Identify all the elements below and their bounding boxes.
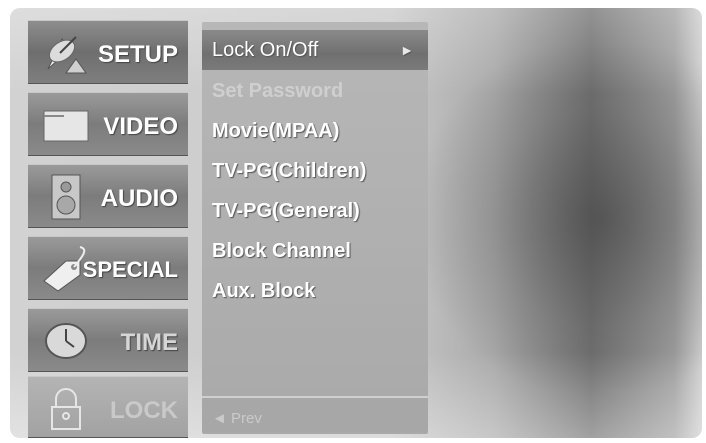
menu-item-tv-pg-children[interactable]: TV-PG(Children): [202, 151, 428, 191]
menu-item-label: Block Channel: [212, 240, 351, 262]
category-label: LOCK: [110, 397, 178, 424]
category-time[interactable]: TIME: [28, 308, 188, 372]
category-setup[interactable]: SETUP: [28, 20, 188, 84]
category-video[interactable]: VIDEO: [28, 92, 188, 156]
category-lock[interactable]: LOCK: [28, 376, 188, 438]
menu-item-label: TV-PG(General): [212, 200, 360, 222]
menu-item-label: Movie(MPAA): [212, 120, 340, 142]
prev-label: ◄ Prev: [212, 410, 262, 427]
menu-item-lock-on-off[interactable]: Lock On/Off ►: [202, 30, 428, 70]
satellite-dish-icon: [47, 36, 87, 74]
right-arrow-icon: ►: [400, 42, 414, 58]
screen-icon: [43, 110, 89, 142]
category-special[interactable]: SPECIAL: [28, 236, 188, 300]
category-label: SPECIAL: [82, 257, 178, 282]
menu-item-tv-pg-general[interactable]: TV-PG(General): [202, 191, 428, 231]
menu-item-label: TV-PG(Children): [212, 160, 367, 182]
menu-item-set-password[interactable]: Set Password: [202, 71, 428, 111]
category-audio[interactable]: AUDIO: [28, 164, 188, 228]
speaker-icon: [51, 174, 81, 220]
menu-item-block-channel[interactable]: Block Channel: [202, 231, 428, 271]
category-label: VIDEO: [103, 113, 178, 140]
menu-item-label: Set Password: [212, 80, 344, 102]
clock-icon: [45, 323, 87, 359]
lock-submenu-panel: Lock On/Off ► Set Password Movie(MPAA) T…: [202, 22, 428, 434]
category-label: TIME: [120, 329, 178, 356]
category-label: SETUP: [97, 41, 178, 68]
menu-item-label: Lock On/Off: [212, 39, 319, 61]
menu-item-movie-mpaa[interactable]: Movie(MPAA): [202, 111, 428, 151]
menu-item-label: Aux. Block: [212, 280, 316, 302]
menu-item-aux-block[interactable]: Aux. Block: [202, 271, 428, 311]
category-label: AUDIO: [100, 185, 178, 212]
tv-screen: SETUP VIDEO AUDIO SPECIAL TIME LOCK Lock…: [10, 8, 702, 438]
prev-button[interactable]: ◄ Prev: [202, 396, 428, 432]
padlock-icon: [51, 388, 81, 430]
